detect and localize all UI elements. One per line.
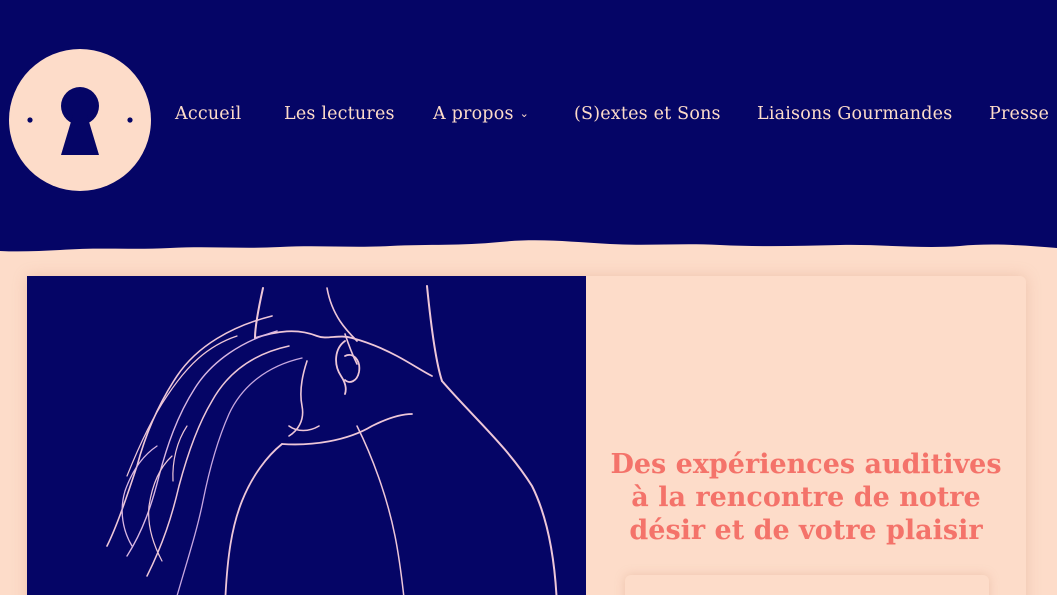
couple-line-drawing-image — [106, 285, 558, 595]
nav-item-sextes-et-sons[interactable]: (S)extes et Sons — [574, 104, 721, 124]
nav-item-a-propos-label: A propos — [433, 104, 514, 124]
page: Accueil Les lectures A propos ⌄ (S)extes … — [0, 0, 1057, 595]
hero-tagline: Des expériences auditives à la rencontre… — [610, 449, 1002, 546]
chevron-down-icon: ⌄ — [519, 107, 530, 120]
nav-item-presse[interactable]: Presse — [989, 104, 1049, 124]
nav-item-accueil[interactable]: Accueil — [175, 104, 241, 124]
nav-item-liaisons-gourmandes[interactable]: Liaisons Gourmandes — [757, 104, 952, 124]
hero-subcard — [625, 575, 989, 595]
site-header: Accueil Les lectures A propos ⌄ (S)extes … — [0, 0, 1057, 260]
hero-illustration — [27, 276, 586, 595]
nav-item-les-lectures[interactable]: Les lectures — [284, 104, 395, 124]
nav-item-a-propos[interactable]: A propos ⌄ — [433, 104, 529, 124]
main-navigation: Accueil Les lectures A propos ⌄ (S)extes … — [0, 104, 1057, 134]
